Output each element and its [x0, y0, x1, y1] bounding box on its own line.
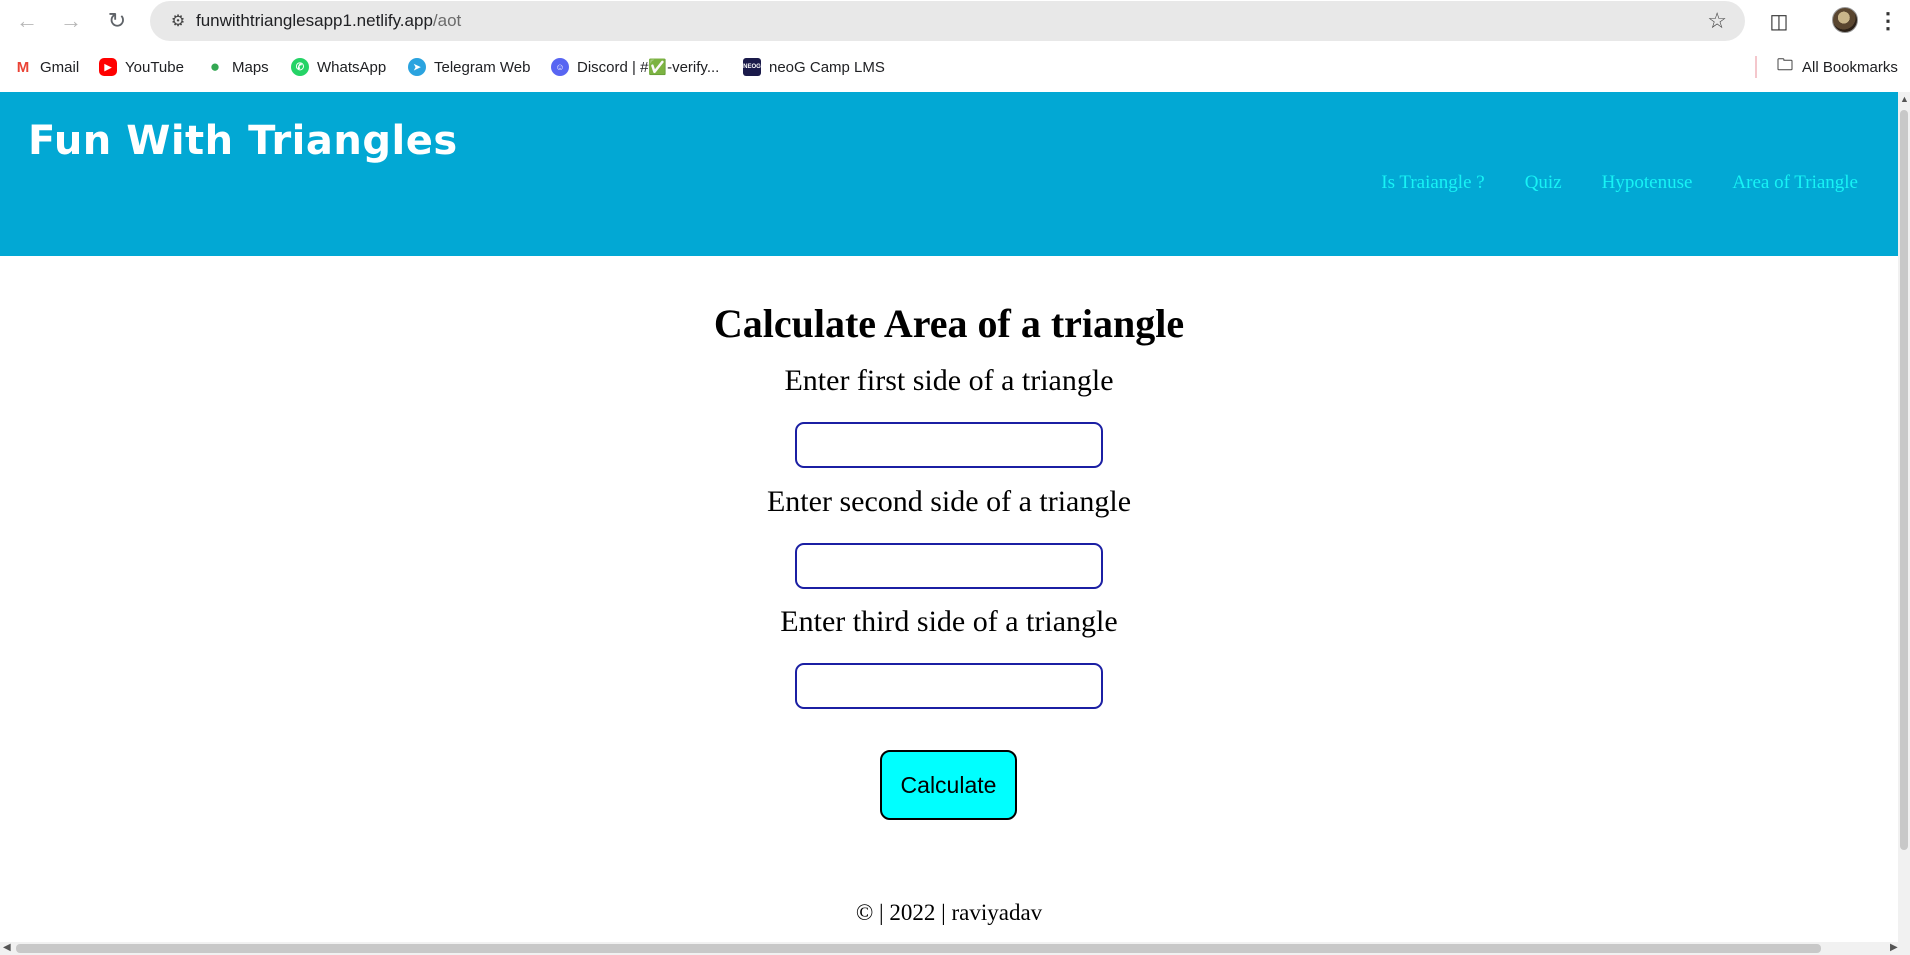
url-host: funwithtrianglesapp1.netlify.app	[196, 11, 433, 30]
bookmark-whatsapp[interactable]: ✆ WhatsApp	[291, 56, 386, 78]
horizontal-scrollbar-thumb[interactable]	[16, 944, 1821, 953]
all-bookmarks[interactable]: 🗀 All Bookmarks	[1776, 56, 1898, 78]
youtube-icon: ▶	[99, 58, 117, 76]
app-nav: Is Traiangle ? Quiz Hypotenuse Area of T…	[1381, 172, 1858, 194]
whatsapp-icon: ✆	[291, 58, 309, 76]
app-header: Fun With Triangles Is Traiangle ? Quiz H…	[0, 92, 1898, 256]
app-title: Fun With Triangles	[28, 118, 458, 164]
browser-toolbar: ← → ↻ ⚙ funwithtrianglesapp1.netlify.app…	[0, 0, 1910, 42]
nav-quiz[interactable]: Quiz	[1525, 172, 1562, 194]
bookmark-label: Gmail	[40, 58, 80, 76]
bookmark-label: Telegram Web	[434, 58, 531, 76]
bookmark-youtube[interactable]: ▶ YouTube	[99, 56, 184, 78]
address-bar[interactable]: ⚙ funwithtrianglesapp1.netlify.app/aot ☆	[150, 1, 1745, 41]
vertical-scrollbar-thumb[interactable]	[1900, 110, 1908, 850]
discord-icon: ☺	[551, 58, 569, 76]
bookmark-telegram[interactable]: ➤ Telegram Web	[408, 56, 530, 78]
menu-kebab-icon[interactable]: ⋮	[1877, 8, 1899, 34]
bookmark-neog[interactable]: NEOG neoG Camp LMS	[743, 56, 885, 78]
bookmarks-bar: M Gmail ▶ YouTube ● Maps ✆ WhatsApp ➤ Te…	[0, 50, 1910, 84]
telegram-icon: ➤	[408, 58, 426, 76]
bookmark-label: Maps	[232, 58, 269, 76]
reload-icon[interactable]: ↻	[102, 6, 132, 36]
page-heading: Calculate Area of a triangle	[713, 301, 1185, 346]
forward-arrow-icon[interactable]: →	[56, 6, 86, 36]
calculate-button[interactable]: Calculate	[880, 750, 1017, 820]
extensions-icon[interactable]: ◫	[1764, 6, 1794, 36]
profile-avatar[interactable]	[1832, 7, 1858, 33]
bookmark-discord[interactable]: ☺ Discord | #✅-verify...	[551, 56, 719, 78]
nav-is-triangle[interactable]: Is Traiangle ?	[1381, 172, 1484, 194]
scroll-up-icon[interactable]: ▲	[1900, 94, 1909, 104]
bookmark-label: YouTube	[125, 58, 184, 76]
scroll-left-icon[interactable]: ◀	[3, 942, 11, 953]
vertical-scrollbar[interactable]: ▲	[1898, 92, 1910, 942]
gmail-icon: M	[14, 58, 32, 76]
bookmark-label: WhatsApp	[317, 58, 387, 76]
second-side-label: Enter second side of a triangle	[766, 485, 1132, 518]
bookmark-star-icon[interactable]: ☆	[1707, 8, 1727, 34]
folder-icon: 🗀	[1776, 56, 1793, 74]
first-side-input[interactable]	[795, 422, 1103, 468]
bookmark-label: Discord | #✅-verify...	[577, 59, 720, 76]
bookmarks-divider	[1755, 56, 1757, 78]
site-info-icon[interactable]: ⚙	[168, 11, 188, 31]
third-side-input[interactable]	[795, 663, 1103, 709]
nav-area-of-triangle[interactable]: Area of Triangle	[1732, 172, 1858, 194]
horizontal-scrollbar[interactable]: ◀ ▶	[0, 942, 1910, 955]
maps-icon: ●	[206, 57, 224, 76]
all-bookmarks-label: All Bookmarks	[1802, 58, 1898, 76]
nav-hypotenuse[interactable]: Hypotenuse	[1602, 172, 1693, 194]
url-path: /aot	[432, 11, 462, 30]
third-side-label: Enter third side of a triangle	[780, 605, 1118, 638]
neog-icon: NEOG	[743, 58, 761, 76]
back-arrow-icon[interactable]: ←	[12, 6, 42, 36]
url-text[interactable]: funwithtrianglesapp1.netlify.app/aot	[196, 11, 461, 31]
bookmark-maps[interactable]: ● Maps	[206, 56, 269, 78]
bookmark-label: neoG Camp LMS	[769, 58, 885, 76]
scroll-right-icon[interactable]: ▶	[1890, 942, 1898, 953]
footer-copyright: © | 2022 | raviyadav	[855, 900, 1043, 925]
second-side-input[interactable]	[795, 543, 1103, 589]
first-side-label: Enter first side of a triangle	[784, 364, 1114, 397]
bookmark-gmail[interactable]: M Gmail	[14, 56, 79, 78]
